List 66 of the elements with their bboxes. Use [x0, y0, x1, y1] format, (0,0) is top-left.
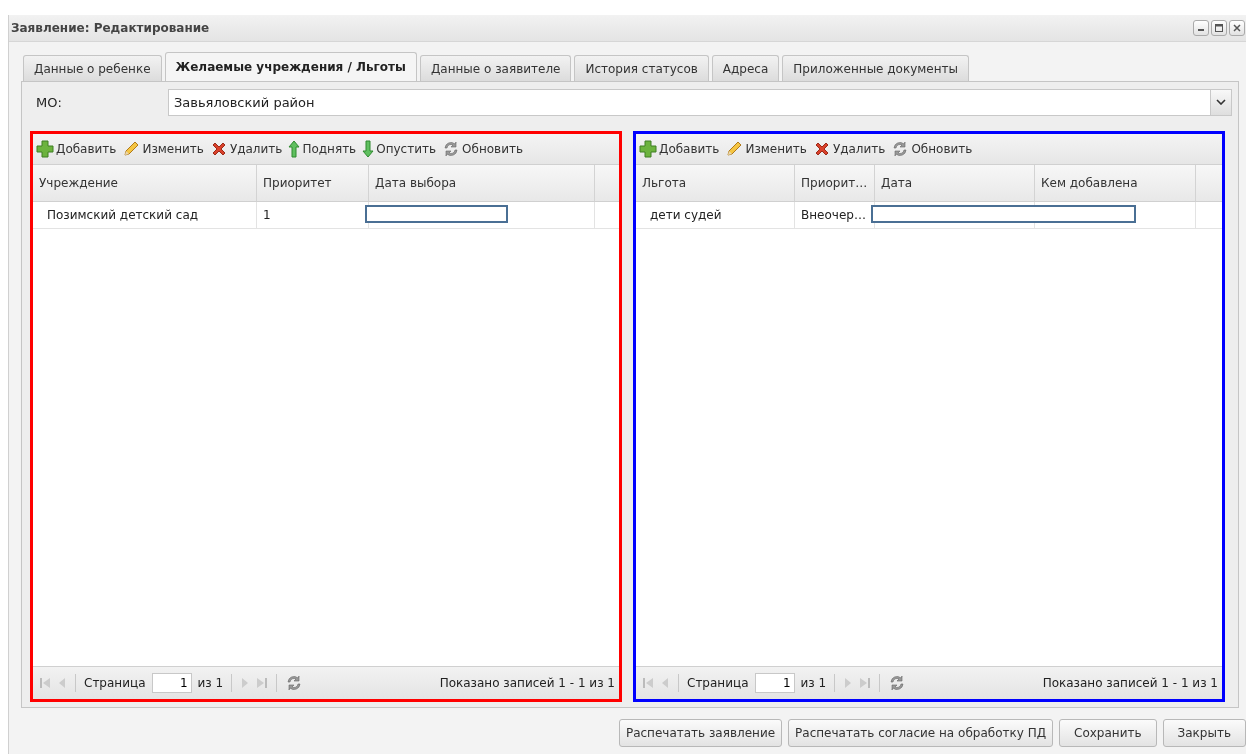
edit-button[interactable]: Изменить	[122, 140, 204, 158]
maximize-button[interactable]	[1211, 20, 1227, 36]
page-number-field[interactable]: 1	[151, 673, 192, 693]
up-button[interactable]: Поднять	[288, 140, 357, 158]
footer-button[interactable]: Закрыть	[1162, 719, 1246, 747]
refresh-icon[interactable]	[888, 674, 907, 692]
close-button[interactable]	[1229, 20, 1245, 36]
page-count: из 1	[800, 676, 827, 690]
refresh-icon[interactable]	[285, 674, 304, 692]
field-label: МО:	[35, 94, 63, 110]
tab[interactable]: Желаемые учреждения / Льготы	[164, 52, 417, 81]
delete-button[interactable]: Удалить	[209, 140, 283, 158]
table-cell: Позимский детский сад	[47, 208, 199, 222]
column-header[interactable]: Приорит…	[795, 165, 875, 201]
previous-page-icon[interactable]	[660, 676, 670, 690]
cell-editor-field[interactable]	[871, 205, 1136, 223]
plus-icon	[639, 140, 657, 158]
page-number-field[interactable]: 1	[754, 673, 795, 693]
table-cell: Внеочер…	[801, 208, 866, 222]
plus-icon	[36, 140, 54, 158]
tab[interactable]: Данные о заявителе	[419, 55, 572, 81]
column-header[interactable]: Приоритет	[257, 165, 369, 201]
tab[interactable]: Данные о ребенке	[23, 55, 162, 81]
district-dropdown[interactable]: Завьяловский район	[168, 88, 1232, 116]
footer-button[interactable]: Распечатать согласие на обработку ПД	[788, 719, 1054, 747]
edit-button[interactable]: Изменить	[725, 140, 807, 158]
footer-button[interactable]: Сохранить	[1059, 719, 1157, 747]
page-label: Страница	[84, 676, 146, 690]
tab[interactable]: Адреса	[711, 55, 780, 81]
tab[interactable]: История статусов	[574, 55, 709, 81]
page-label: Страница	[687, 676, 749, 690]
close-icon	[1233, 24, 1241, 32]
down-arrow-icon	[362, 140, 375, 158]
column-header[interactable]: Льгота	[636, 165, 795, 201]
refresh-icon	[442, 140, 461, 158]
pencil-icon	[725, 140, 744, 158]
cell-editor-field[interactable]	[365, 205, 508, 223]
table-cell: дети судей	[650, 208, 722, 222]
previous-page-icon[interactable]	[57, 676, 67, 690]
delete-button[interactable]: Удалить	[812, 140, 886, 158]
refresh-button[interactable]: Обновить	[891, 140, 973, 158]
pencil-icon	[122, 140, 141, 158]
column-header[interactable]: Дата выбора	[369, 165, 595, 201]
footer-button[interactable]: Распечатать заявление	[618, 719, 783, 747]
records-summary: Показано записей 1 - 1 из 1	[1042, 676, 1218, 690]
last-page-icon[interactable]	[256, 676, 269, 690]
down-button[interactable]: Опустить	[362, 140, 437, 158]
last-page-icon[interactable]	[859, 676, 872, 690]
page-count: из 1	[197, 676, 224, 690]
column-header[interactable]: Дата	[875, 165, 1035, 201]
refresh-icon	[891, 140, 910, 158]
add-button[interactable]: Добавить	[36, 140, 117, 158]
table-cell: 1	[263, 208, 271, 222]
first-page-icon[interactable]	[39, 676, 51, 690]
add-button[interactable]: Добавить	[639, 140, 720, 158]
refresh-button[interactable]: Обновить	[442, 140, 523, 158]
minimize-button[interactable]	[1193, 20, 1209, 36]
records-summary: Показано записей 1 - 1 из 1	[439, 676, 615, 690]
tab[interactable]: Приложенные документы	[782, 55, 970, 81]
first-page-icon[interactable]	[642, 676, 654, 690]
window-title: Заявление: Редактирование	[10, 21, 210, 35]
up-arrow-icon	[288, 140, 301, 158]
column-header[interactable]: Учреждение	[33, 165, 257, 201]
maximize-icon	[1215, 24, 1223, 32]
column-header[interactable]: Кем добавлена	[1035, 165, 1196, 201]
caret-icon	[1216, 99, 1226, 105]
